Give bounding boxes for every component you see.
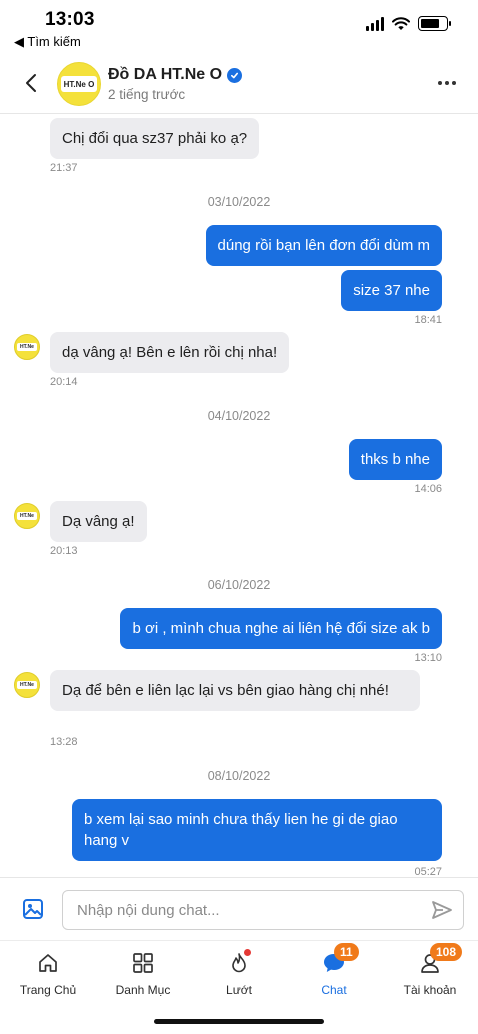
- back-button[interactable]: [16, 68, 46, 98]
- date-separator: 03/10/2022: [207, 195, 271, 209]
- tab-label: Trang Chủ: [19, 983, 77, 997]
- tab-browse[interactable]: Lướt: [191, 949, 287, 999]
- tab-label: Lướt: [226, 983, 252, 997]
- chevron-left-icon: [26, 74, 36, 92]
- message-time: 14:06: [414, 483, 442, 495]
- battery-icon: [418, 16, 451, 31]
- account-notification-badge: 108: [430, 943, 463, 961]
- grid-icon: [133, 953, 153, 973]
- shop-name-row[interactable]: Đồ DA HT.Ne O: [108, 66, 243, 84]
- message-time: 20:14: [50, 376, 78, 388]
- last-seen-status: 2 tiếng trước: [108, 87, 186, 102]
- avatar-logo-mark: HT.Ne: [17, 681, 37, 689]
- status-icons: [366, 16, 451, 31]
- back-to-app-link[interactable]: ◀ Tìm kiếm: [14, 34, 81, 50]
- tab-chat[interactable]: 11 Chat: [286, 943, 382, 999]
- outgoing-message[interactable]: b ơi , mình chua nghe ai liên hệ đổi siz…: [120, 608, 442, 649]
- tab-home[interactable]: Trang Chủ: [0, 949, 96, 999]
- wifi-icon: [392, 16, 410, 30]
- incoming-message[interactable]: Dạ để bên e liên lạc lại vs bên giao hàn…: [50, 670, 420, 711]
- send-icon: [432, 901, 452, 919]
- message-list[interactable]: Chị đổi qua sz37 phải ko ạ? 21:37 03/10/…: [0, 115, 478, 878]
- message-time: 13:28: [50, 736, 78, 748]
- tab-categories[interactable]: Danh Mục: [95, 949, 191, 999]
- message-time: 13:10: [414, 652, 442, 664]
- tab-account[interactable]: 108 Tài khoản: [382, 943, 478, 999]
- shop-name: Đồ DA HT.Ne O: [108, 66, 223, 83]
- send-button[interactable]: [430, 899, 454, 921]
- date-separator: 08/10/2022: [207, 769, 271, 783]
- outgoing-message[interactable]: thks b nhe: [348, 439, 442, 480]
- incoming-message[interactable]: dạ vâng ạ! Bên e lên rồi chị nha!: [50, 332, 290, 373]
- more-dots-icon: [438, 81, 442, 85]
- outgoing-message[interactable]: b xem lại sao minh chưa thấy lien he gi …: [72, 799, 442, 861]
- chat-input-bar: [0, 877, 478, 940]
- home-indicator[interactable]: [154, 1019, 324, 1024]
- date-separator: 06/10/2022: [207, 578, 271, 592]
- avatar-logo-mark: HT.Ne: [17, 512, 37, 520]
- message-time: 18:41: [414, 314, 442, 326]
- cellular-signal-icon: [366, 16, 384, 31]
- shop-avatar-logo-text: HT.Ne O: [61, 76, 97, 92]
- outgoing-message[interactable]: dúng rồi bạn lên đơn đổi dùm m: [205, 225, 442, 266]
- sender-avatar[interactable]: HT.Ne: [14, 503, 40, 529]
- message-time: 21:37: [50, 162, 78, 174]
- chat-message-input[interactable]: [62, 890, 464, 930]
- image-icon: [23, 899, 43, 919]
- date-separator: 04/10/2022: [207, 409, 271, 423]
- status-time: 13:03: [45, 9, 95, 30]
- outgoing-message[interactable]: size 37 nhe: [341, 270, 442, 311]
- chat-unread-badge: 11: [334, 943, 359, 961]
- tab-label: Danh Mục: [115, 983, 171, 997]
- message-time: 20:13: [50, 545, 78, 557]
- sender-avatar[interactable]: HT.Ne: [14, 334, 40, 360]
- verified-icon: [227, 67, 243, 83]
- attach-image-button[interactable]: [20, 896, 46, 922]
- shop-avatar[interactable]: HT.Ne O: [57, 62, 101, 106]
- incoming-message[interactable]: Dạ vâng ạ!: [50, 501, 147, 542]
- notification-dot: [244, 949, 251, 956]
- avatar-logo-mark: HT.Ne: [17, 343, 37, 351]
- more-options-button[interactable]: [434, 72, 460, 94]
- tab-label: Tài khoản: [403, 983, 457, 997]
- sender-avatar[interactable]: HT.Ne: [14, 672, 40, 698]
- home-icon: [39, 954, 57, 972]
- incoming-message[interactable]: Chị đổi qua sz37 phải ko ạ?: [50, 118, 260, 159]
- tab-label: Chat: [321, 983, 347, 997]
- status-bar: 13:03 ◀ Tìm kiếm: [0, 0, 478, 56]
- chat-header: HT.Ne O Đồ DA HT.Ne O 2 tiếng trước: [0, 56, 478, 114]
